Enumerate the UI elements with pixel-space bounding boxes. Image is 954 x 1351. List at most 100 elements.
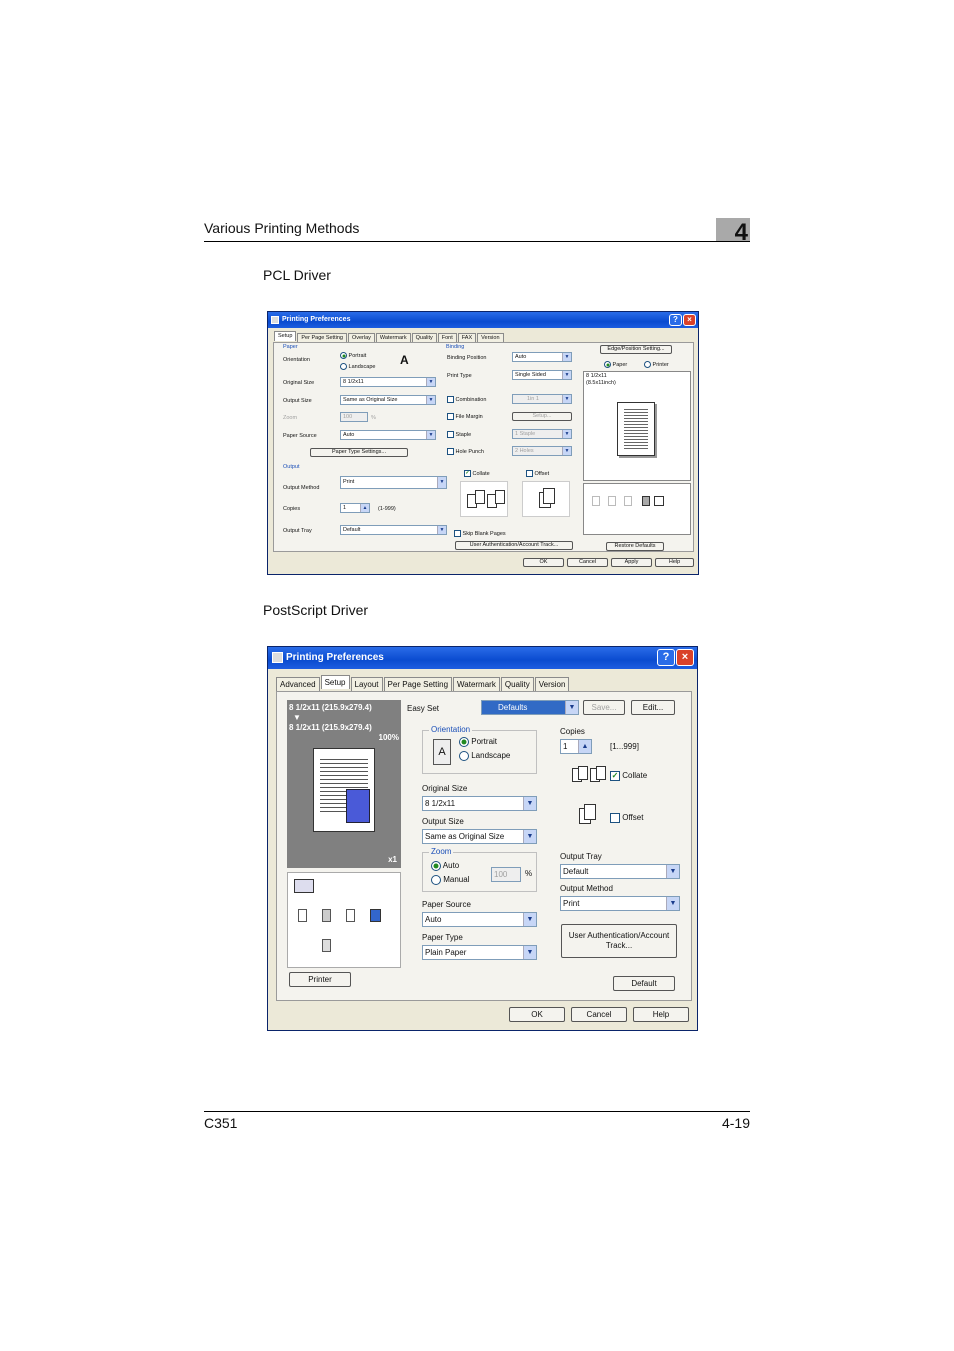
paper-source-select[interactable]: Auto ▼ [340, 430, 436, 440]
user-authentication-button[interactable]: User Authentication/Account Track... [561, 924, 677, 958]
view-printer-option[interactable]: Printer [644, 361, 669, 368]
ok-button[interactable]: OK [523, 558, 564, 567]
cancel-button[interactable]: Cancel [567, 558, 608, 567]
edit-button[interactable]: Edit... [631, 700, 675, 715]
paper-preview: 8 1/2x11 (8.5x11inch) [583, 371, 691, 481]
output-size-select[interactable]: Same as Original Size ▼ [340, 395, 436, 405]
zoom-auto-option[interactable]: Auto [431, 861, 459, 871]
hole-punch-option[interactable]: Hole Punch [447, 448, 484, 455]
zoom-manual-radio[interactable] [431, 875, 441, 885]
output-size-select[interactable]: Same as Original Size ▼ [422, 829, 537, 844]
tab-advanced[interactable]: Advanced [276, 677, 320, 691]
close-button[interactable]: × [676, 649, 694, 666]
collate-checkbox[interactable]: ✓ [610, 771, 620, 781]
user-authentication-button[interactable]: User Authentication/Account Track... [455, 541, 573, 550]
portrait-a-icon: A [433, 739, 451, 765]
restore-defaults-button[interactable]: Restore Defaults [606, 542, 664, 551]
dialog-title: Printing Preferences [286, 652, 384, 663]
portrait-option[interactable]: Portrait [340, 352, 366, 359]
help-button[interactable]: Help [655, 558, 694, 567]
landscape-option[interactable]: Landscape [340, 363, 375, 370]
view-paper-option[interactable]: Paper [604, 361, 627, 368]
zoom-input[interactable]: 100 [491, 867, 521, 882]
zoom-input[interactable]: 100 [340, 412, 368, 422]
paper-type-settings-button[interactable]: Paper Type Settings... [310, 448, 408, 457]
staple-option[interactable]: Staple [447, 431, 471, 438]
copies-label: Copies [560, 727, 585, 736]
easy-set-select[interactable]: Defaults ▼ [481, 700, 579, 715]
hole-punch-select[interactable]: 2 Holes ▼ [512, 446, 572, 456]
printer-button[interactable]: Printer [289, 972, 351, 987]
apply-button[interactable]: Apply [611, 558, 652, 567]
collate-illustration [460, 481, 508, 517]
spin-arrows-icon[interactable]: ▲ [360, 504, 369, 512]
print-type-select[interactable]: Single Sided ▼ [512, 370, 572, 380]
zoom-auto-radio[interactable] [431, 861, 441, 871]
output-tray-select[interactable]: Default ▼ [340, 525, 447, 535]
paper-type-select[interactable]: Plain Paper ▼ [422, 945, 537, 960]
landscape-option[interactable]: Landscape [459, 751, 510, 761]
landscape-radio[interactable] [340, 363, 347, 370]
portrait-option[interactable]: Portrait [459, 737, 497, 747]
copies-input[interactable]: 1 ▲ [340, 503, 370, 513]
output-icon [654, 496, 664, 506]
combination-option[interactable]: Combination [447, 396, 486, 403]
output-method-select[interactable]: Print ▼ [560, 896, 680, 911]
tab-setup[interactable]: Setup [274, 331, 297, 341]
portrait-radio[interactable] [340, 352, 347, 359]
hole-punch-checkbox[interactable] [447, 448, 454, 455]
paper-source-select[interactable]: Auto ▼ [422, 912, 537, 927]
file-margin-setup-button[interactable]: Setup... [512, 412, 572, 421]
help-title-button[interactable]: ? [657, 649, 675, 666]
combination-checkbox[interactable] [447, 396, 454, 403]
original-size-select[interactable]: 8 1/2x11 ▼ [422, 796, 537, 811]
zoom-group-label: Zoom [429, 847, 454, 856]
setup-panel: 8 1/2x11 (215.9x279.4) ▼ 8 1/2x11 (215.9… [276, 691, 692, 1001]
tray-icon [624, 496, 632, 506]
offset-checkbox[interactable] [610, 813, 620, 823]
cancel-button[interactable]: Cancel [571, 1007, 627, 1022]
landscape-radio[interactable] [459, 751, 469, 761]
file-margin-checkbox[interactable] [447, 413, 454, 420]
help-button[interactable]: Help [633, 1007, 689, 1022]
tab-layout[interactable]: Layout [350, 677, 383, 691]
offset-checkbox[interactable] [526, 470, 533, 477]
output-method-select[interactable]: Print ▼ [340, 476, 447, 489]
collate-option[interactable]: ✓ Collate [610, 771, 647, 781]
skip-blank-pages-checkbox[interactable] [454, 530, 461, 537]
page-preview: 8 1/2x11 (215.9x279.4) ▼ 8 1/2x11 (215.9… [287, 700, 401, 868]
view-paper-radio[interactable] [604, 361, 611, 368]
spin-arrows-icon[interactable]: ▲ [578, 740, 591, 753]
file-margin-option[interactable]: File Margin [447, 413, 483, 420]
tab-per-page-setting[interactable]: Per Page Setting [383, 677, 453, 691]
staple-checkbox[interactable] [447, 431, 454, 438]
orientation-a-icon: A [400, 353, 409, 367]
output-tray-select[interactable]: Default ▼ [560, 864, 680, 879]
binding-position-select[interactable]: Auto ▼ [512, 352, 572, 362]
print-type-label: Print Type [447, 373, 472, 379]
copies-input[interactable]: 1 ▲ [560, 739, 592, 754]
skip-blank-pages-option[interactable]: Skip Blank Pages [454, 530, 506, 537]
default-button[interactable]: Default [613, 976, 675, 991]
ok-button[interactable]: OK [509, 1007, 565, 1022]
view-printer-radio[interactable] [644, 361, 651, 368]
tab-quality[interactable]: Quality [500, 677, 534, 691]
output-size-label: Output Size [422, 817, 464, 826]
original-size-select[interactable]: 8 1/2x11 ▼ [340, 377, 436, 387]
edge-position-setting-button[interactable]: Edge/Position Setting... [600, 345, 672, 354]
staple-select[interactable]: 1 Staple ▼ [512, 429, 572, 439]
zoom-manual-option[interactable]: Manual [431, 875, 469, 885]
collate-checkbox[interactable]: ✓ [464, 470, 471, 477]
offset-option[interactable]: Offset [526, 470, 549, 477]
tab-watermark[interactable]: Watermark [453, 677, 500, 691]
tab-version[interactable]: Version [534, 677, 570, 691]
combination-select[interactable]: 1in 1 ▼ [512, 394, 572, 404]
portrait-radio[interactable] [459, 737, 469, 747]
output-tray-label: Output Tray [283, 528, 312, 534]
help-title-button[interactable]: ? [669, 314, 682, 326]
save-button[interactable]: Save... [583, 700, 625, 715]
close-button[interactable]: × [683, 314, 696, 326]
offset-option[interactable]: Offset [610, 813, 643, 823]
collate-option[interactable]: ✓ Collate [464, 470, 490, 477]
tab-setup[interactable]: Setup [320, 675, 350, 689]
